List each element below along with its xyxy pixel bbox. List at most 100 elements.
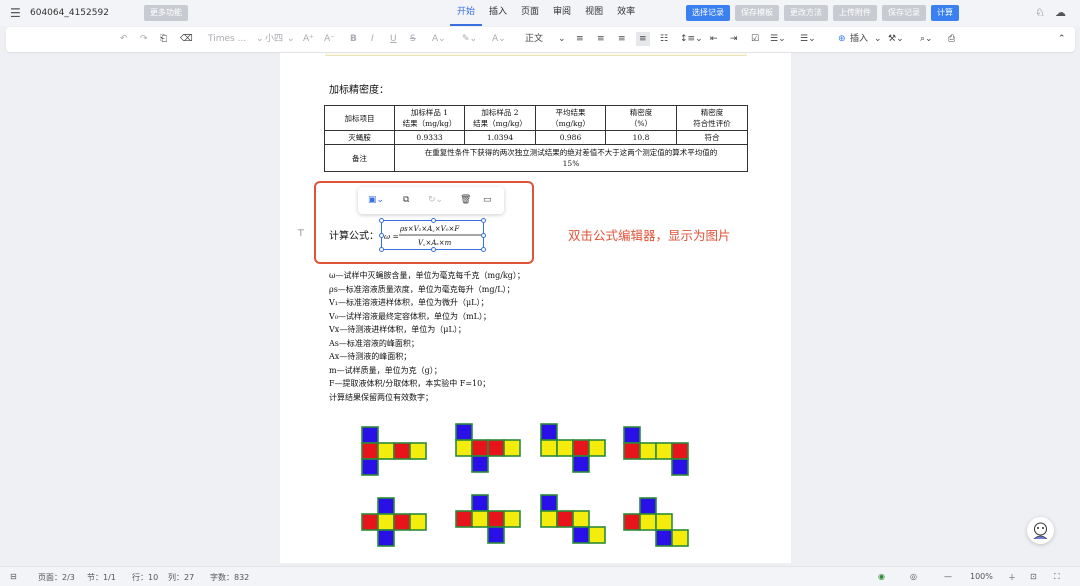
- precision-table[interactable]: 加标项目 加标样品 1 结果（mg/kg） 加标样品 2 结果（mg/kg） 平…: [324, 105, 748, 172]
- style-select[interactable]: 正文: [525, 32, 543, 46]
- tab-review[interactable]: 审阅: [546, 0, 578, 26]
- text-effect-icon[interactable]: A⌄: [432, 32, 446, 46]
- zoom-in-icon[interactable]: ＋: [1008, 572, 1016, 583]
- status-bar: ⊟ 页面：2/3 节：1/1 行：10 列：27 字数：832 ◉ ◎ — 10…: [0, 566, 1080, 586]
- align-left-icon[interactable]: ≡: [576, 32, 584, 46]
- underline-icon[interactable]: U: [390, 32, 397, 46]
- change-method-button[interactable]: 更改方法: [784, 5, 828, 21]
- resize-handle[interactable]: [481, 233, 486, 238]
- definition-line: Vx—待测液进样体积，单位为（μL）；: [329, 325, 466, 334]
- cube-face: [487, 510, 505, 528]
- table-header-row: 加标项目 加标样品 1 结果（mg/kg） 加标样品 2 结果（mg/kg） 平…: [324, 105, 748, 131]
- font-shrink-icon[interactable]: A⁻: [324, 32, 335, 46]
- redo-icon[interactable]: ↷: [140, 32, 148, 46]
- cube-face: [588, 439, 606, 457]
- cube-face: [455, 439, 473, 457]
- print-icon[interactable]: ⎙: [948, 32, 955, 46]
- bullet-list-icon[interactable]: ☰⌄: [770, 32, 786, 46]
- distribute-icon[interactable]: ☷: [660, 32, 668, 46]
- search-icon[interactable]: ⌕⌄: [920, 32, 933, 46]
- page-indicator[interactable]: 页面：2/3: [38, 572, 75, 583]
- resize-handle[interactable]: [481, 218, 486, 223]
- resize-handle[interactable]: [379, 233, 384, 238]
- undo-icon[interactable]: ↶: [120, 32, 128, 46]
- crop-icon[interactable]: ⧉: [403, 195, 409, 205]
- resize-handle[interactable]: [379, 218, 384, 223]
- proofread-icon[interactable]: ◉: [878, 572, 885, 581]
- upload-attachment-button[interactable]: 上传附件: [833, 5, 877, 21]
- chevron-down-icon[interactable]: ⌄: [256, 32, 264, 46]
- align-justify-icon[interactable]: ≡: [636, 32, 650, 46]
- cube-face: [377, 497, 395, 515]
- zoom-out-icon[interactable]: —: [944, 572, 952, 581]
- eye-protection-icon[interactable]: ◎: [910, 572, 917, 581]
- decrease-indent-icon[interactable]: ⇤: [710, 32, 718, 46]
- record-actions: 选择记录 保存模板 更改方法 上传附件 保存记录 计算: [686, 5, 959, 21]
- zoom-level[interactable]: 100%: [970, 572, 993, 581]
- checkbox-icon[interactable]: ☑: [751, 32, 759, 46]
- strikethrough-icon[interactable]: S: [410, 32, 416, 46]
- align-right-icon[interactable]: ≡: [618, 32, 626, 46]
- cube-face: [572, 526, 590, 544]
- comment-icon[interactable]: ▭: [483, 195, 492, 205]
- cube-face: [377, 513, 395, 531]
- rotate-icon[interactable]: ↻⌄: [428, 195, 443, 205]
- insert-menu[interactable]: 插入: [850, 32, 868, 46]
- format-painter-icon[interactable]: ⎗: [160, 32, 167, 46]
- more-features-button[interactable]: 更多功能: [144, 5, 188, 21]
- tab-page[interactable]: 页面: [514, 0, 546, 26]
- resize-handle[interactable]: [431, 247, 436, 252]
- tab-start[interactable]: 开始: [450, 0, 483, 26]
- save-template-button[interactable]: 保存模板: [735, 5, 779, 21]
- font-color-icon[interactable]: A⌄: [492, 32, 506, 46]
- increase-indent-icon[interactable]: ⇥: [730, 32, 738, 46]
- calculate-button[interactable]: 计算: [931, 5, 959, 21]
- font-name-select[interactable]: Times ...: [208, 32, 246, 46]
- italic-icon[interactable]: I: [371, 32, 374, 46]
- definition-line: V₀—试样溶液最终定容体积，单位为（mL）；: [329, 311, 491, 321]
- resize-handle[interactable]: [379, 247, 384, 252]
- page-nav-icon[interactable]: ⊟: [10, 572, 17, 581]
- delete-icon[interactable]: 🗑: [460, 195, 471, 205]
- tab-view[interactable]: 视图: [578, 0, 610, 26]
- fullscreen-icon[interactable]: ⛶: [1054, 572, 1060, 582]
- resize-handle[interactable]: [481, 247, 486, 252]
- insert-plus-icon[interactable]: ⊕: [838, 32, 846, 46]
- resize-handle[interactable]: [431, 218, 436, 223]
- cube-face: [361, 458, 379, 476]
- hamburger-menu-icon[interactable]: ☰: [10, 6, 21, 20]
- tab-insert[interactable]: 插入: [482, 0, 514, 26]
- chevron-down-icon[interactable]: ⌄: [287, 32, 295, 46]
- numbered-list-icon[interactable]: ☰⌄: [800, 32, 816, 46]
- select-record-button[interactable]: 选择记录: [686, 5, 730, 21]
- cube-face: [471, 510, 489, 528]
- cloud-sync-icon[interactable]: ☁: [1055, 6, 1066, 19]
- tab-efficiency[interactable]: 效率: [610, 0, 642, 26]
- document-title: 604064_4152592: [30, 8, 109, 18]
- cube-face: [409, 513, 427, 531]
- document-page[interactable]: 加标精密度： 加标项目 加标样品 1 结果（mg/kg） 加标样品 2 结果（m…: [280, 53, 791, 563]
- fit-page-icon[interactable]: ⊡: [1030, 572, 1037, 581]
- variable-definitions: ω—试样中灭蝇胺含量，单位为毫克每千克（mg/kg）； ρs—标准溶液质量浓度，…: [329, 269, 525, 404]
- annotation-note: 双击公式编辑器，显示为图片: [568, 228, 731, 243]
- tools-icon[interactable]: ⚒⌄: [888, 32, 904, 46]
- cube-net-figures: [361, 423, 689, 547]
- chevron-down-icon[interactable]: ⌄: [558, 32, 566, 46]
- formula-image[interactable]: ω = ρs×V₁×A꜀×V₀×F V꜀×Aₛ×m: [379, 218, 486, 252]
- font-size-select[interactable]: 小四: [265, 32, 283, 46]
- clear-format-icon[interactable]: ⌫: [180, 32, 193, 46]
- assistant-avatar-icon[interactable]: [1027, 517, 1054, 544]
- align-center-icon[interactable]: ≡: [597, 32, 605, 46]
- image-wrap-icon[interactable]: ▣⌄: [368, 195, 384, 205]
- word-count[interactable]: 字数：832: [210, 572, 249, 583]
- cube-face: [671, 458, 689, 476]
- chevron-down-icon[interactable]: ⌄: [874, 32, 882, 46]
- line-spacing-icon[interactable]: ↕≡⌄: [680, 32, 703, 46]
- save-record-button[interactable]: 保存记录: [882, 5, 926, 21]
- collapse-toolbar-icon[interactable]: ⌃: [1058, 32, 1066, 46]
- bold-icon[interactable]: B: [350, 32, 357, 46]
- font-grow-icon[interactable]: A⁺: [303, 32, 314, 46]
- highlight-icon[interactable]: ✎⌄: [462, 32, 477, 46]
- cube-face: [572, 439, 590, 457]
- skin-icon[interactable]: ♘: [1035, 6, 1045, 19]
